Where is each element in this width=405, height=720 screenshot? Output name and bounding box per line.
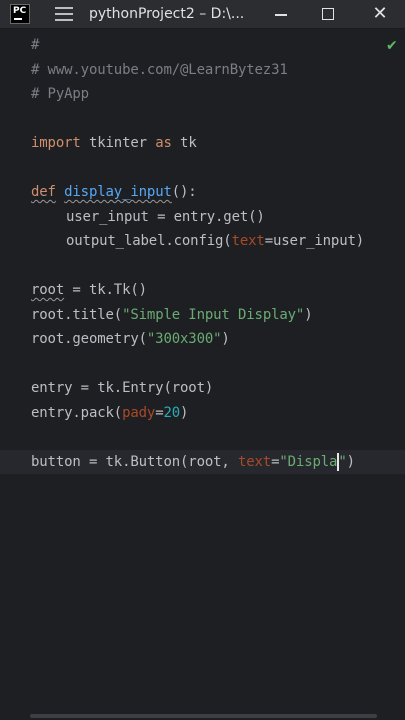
string-literal: "Simple Input Display" [122,307,305,323]
code-line-1[interactable]: # [31,34,39,56]
hamburger-icon[interactable] [55,6,75,22]
number-literal: 20 [163,405,181,421]
code-line-button[interactable]: button = tk.Button(root, text="Displa") [31,451,355,473]
comment: # [31,37,40,53]
code-text: button = tk.Button(root, [31,454,238,470]
title-bar: PC pythonProject2 – D:\... ✕ [0,0,405,29]
code-line-import[interactable]: import tkinter as tk [31,132,197,154]
check-icon[interactable]: ✔ [386,38,398,54]
variable: root [31,282,65,298]
string-literal: "Displa [279,454,338,470]
code-editor[interactable]: ✔ # # www.youtube.com/@LearnBytez31 # Py… [0,28,405,720]
code-line-geometry[interactable]: root.geometry("300x300") [31,328,230,350]
code-text: output_label.config( [66,233,232,249]
app-logo-text: PC [13,6,27,16]
code-text: tkinter [80,135,156,151]
parameter: text [237,454,272,470]
code-text: (): [171,184,197,200]
code-text: ) [180,405,189,421]
code-text: user_input = entry.get() [66,209,265,225]
horizontal-scrollbar[interactable] [30,714,377,718]
code-line-pack[interactable]: entry.pack(pady=20) [31,402,188,424]
code-line-2[interactable]: # www.youtube.com/@LearnBytez31 [31,59,288,81]
string-literal: "300x300" [146,331,222,347]
code-text: =user_input) [264,233,365,249]
code-line-root[interactable]: root = tk.Tk() [31,279,147,301]
parameter: text [231,233,265,249]
keyword: def [31,184,56,200]
code-text: entry.pack( [31,405,123,421]
code-line-def[interactable]: def display_input(): [31,181,197,203]
comment: # www.youtube.com/@LearnBytez31 [31,62,288,78]
keyword: as [155,135,172,151]
code-line-title[interactable]: root.title("Simple Input Display") [31,304,313,326]
function-name: display_input [64,184,172,200]
code-text: ) [346,454,355,470]
comment: # PyApp [31,86,89,102]
code-line-output-label[interactable]: output_label.config(text=user_input) [66,230,364,252]
string-literal: " [338,454,347,470]
keyword: import [31,135,81,151]
maximize-icon[interactable] [318,4,338,24]
project-title[interactable]: pythonProject2 – D:\... [89,6,244,22]
code-line-entry[interactable]: entry = tk.Entry(root) [31,377,213,399]
code-text: ) [304,307,313,323]
parameter: pady [122,405,156,421]
code-text: root.geometry( [31,331,147,347]
code-line-3[interactable]: # PyApp [31,83,89,105]
pycharm-icon[interactable]: PC [10,4,30,24]
code-line-user-input[interactable]: user_input = entry.get() [66,206,265,228]
code-text: ) [221,331,230,347]
code-text: tk [171,135,197,151]
code-text: = tk.Tk() [64,282,147,298]
code-text: root.title( [31,307,123,323]
code-text: entry = tk.Entry(root) [31,380,214,396]
minimize-icon[interactable] [271,4,291,24]
close-icon[interactable]: ✕ [370,4,390,24]
